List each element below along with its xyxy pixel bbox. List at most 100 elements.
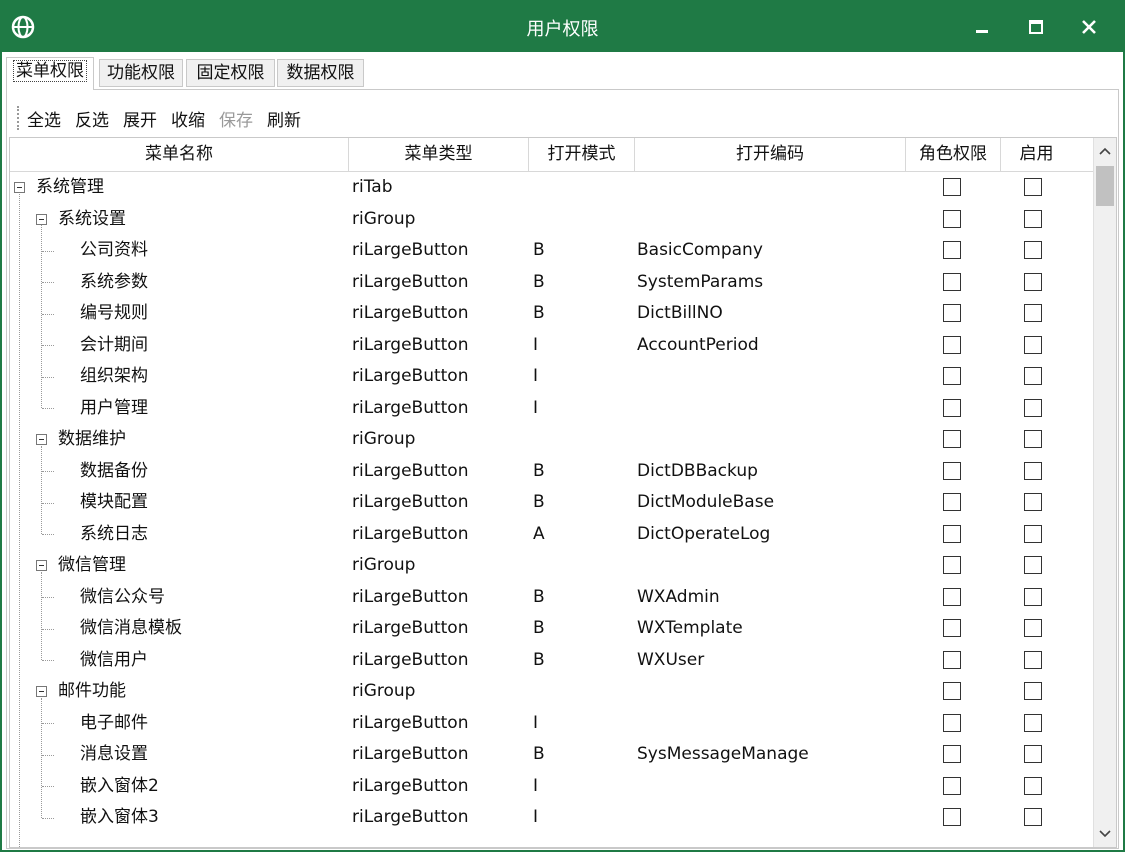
close-icon	[1082, 20, 1096, 34]
enabled-checkbox[interactable]	[1024, 430, 1042, 448]
table-row[interactable]: 公司资料 riLargeButton B BasicCompany	[10, 235, 1095, 267]
table-row[interactable]: 微信消息模板 riLargeButton B WXTemplate	[10, 613, 1095, 645]
table-row[interactable]: 系统管理 riTab	[10, 172, 1095, 204]
enabled-checkbox[interactable]	[1024, 650, 1042, 669]
role-permission-checkbox[interactable]	[943, 272, 961, 291]
close-button[interactable]	[1064, 9, 1114, 45]
role-permission-checkbox[interactable]	[943, 556, 961, 574]
minimize-button[interactable]	[957, 9, 1007, 45]
save-button[interactable]: 保存	[219, 106, 253, 131]
enabled-checkbox[interactable]	[1024, 524, 1042, 543]
table-row[interactable]: 数据备份 riLargeButton B DictDBBackup	[10, 456, 1095, 488]
role-permission-checkbox[interactable]	[943, 461, 961, 480]
table-row[interactable]: 消息设置 riLargeButton B SysMessageManage	[10, 739, 1095, 771]
enabled-checkbox[interactable]	[1024, 493, 1042, 511]
enabled-checkbox[interactable]	[1024, 808, 1042, 826]
enabled-checkbox[interactable]	[1024, 335, 1042, 354]
role-permission-checkbox[interactable]	[943, 493, 961, 511]
tab-data-permissions[interactable]: 数据权限	[277, 59, 364, 87]
table-row[interactable]: 微信用户 riLargeButton B WXUser	[10, 645, 1095, 677]
toolbar-grip[interactable]	[17, 106, 21, 130]
enabled-checkbox[interactable]	[1024, 776, 1042, 795]
role-permission-checkbox[interactable]	[943, 430, 961, 448]
enabled-checkbox[interactable]	[1024, 682, 1042, 700]
collapse-toggle-icon[interactable]	[36, 434, 47, 445]
column-header-menu-name[interactable]: 菜单名称	[10, 138, 349, 171]
role-permission-checkbox[interactable]	[943, 619, 961, 637]
column-header-open-code[interactable]: 打开编码	[635, 138, 906, 171]
tree-connector-line	[42, 817, 54, 819]
enabled-checkbox[interactable]	[1024, 209, 1042, 228]
tab-function-permissions[interactable]: 功能权限	[99, 59, 183, 87]
column-header-menu-type[interactable]: 菜单类型	[349, 138, 529, 171]
vertical-scrollbar[interactable]	[1093, 138, 1116, 847]
role-permission-checkbox[interactable]	[943, 367, 961, 385]
enabled-checkbox[interactable]	[1024, 461, 1042, 480]
column-header-role-permission[interactable]: 角色权限	[906, 138, 1001, 171]
collapse-toggle-icon[interactable]	[36, 213, 47, 225]
select-all-button[interactable]: 全选	[27, 106, 61, 131]
table-row[interactable]: 系统日志 riLargeButton A DictOperateLog	[10, 519, 1095, 551]
role-permission-checkbox[interactable]	[943, 745, 961, 763]
menu-name: 数据备份	[80, 460, 148, 481]
table-row[interactable]: 系统参数 riLargeButton B SystemParams	[10, 267, 1095, 299]
enabled-checkbox[interactable]	[1024, 619, 1042, 637]
table-row[interactable]: 编号规则 riLargeButton B DictBillNO	[10, 298, 1095, 330]
scroll-up-button[interactable]	[1094, 140, 1116, 162]
collapse-button[interactable]: 收缩	[171, 106, 205, 131]
tab-menu-permissions[interactable]: 菜单权限	[6, 57, 94, 90]
role-permission-checkbox[interactable]	[943, 776, 961, 795]
expand-button[interactable]: 展开	[123, 106, 157, 131]
collapse-toggle-icon[interactable]	[36, 560, 47, 571]
open-code: DictOperateLog	[637, 523, 771, 544]
scroll-down-button[interactable]	[1094, 823, 1116, 845]
role-permission-checkbox[interactable]	[943, 304, 961, 322]
table-row[interactable]: 微信管理 riGroup	[10, 550, 1095, 582]
role-permission-checkbox[interactable]	[943, 587, 961, 606]
menu-name: 系统管理	[36, 177, 104, 197]
role-permission-checkbox[interactable]	[943, 398, 961, 417]
role-permission-checkbox[interactable]	[943, 241, 961, 259]
column-header-enabled[interactable]: 启用	[1001, 138, 1072, 171]
enabled-checkbox[interactable]	[1024, 178, 1042, 196]
maximize-button[interactable]	[1011, 9, 1061, 45]
column-header-open-mode[interactable]: 打开模式	[529, 138, 635, 171]
enabled-checkbox[interactable]	[1024, 587, 1042, 606]
open-mode: A	[533, 523, 545, 544]
table-row[interactable]: 组织架构 riLargeButton I	[10, 361, 1095, 393]
table-row[interactable]: 数据维护 riGroup	[10, 424, 1095, 456]
table-row[interactable]: 用户管理 riLargeButton I	[10, 393, 1095, 425]
enabled-checkbox[interactable]	[1024, 304, 1042, 322]
table-row[interactable]: 电子邮件 riLargeButton I	[10, 708, 1095, 740]
scroll-thumb[interactable]	[1096, 166, 1114, 206]
table-row[interactable]: 邮件功能 riGroup	[10, 676, 1095, 708]
enabled-checkbox[interactable]	[1024, 367, 1042, 385]
enabled-checkbox[interactable]	[1024, 272, 1042, 291]
role-permission-checkbox[interactable]	[943, 682, 961, 700]
role-permission-checkbox[interactable]	[943, 524, 961, 543]
chevron-down-icon	[1099, 830, 1111, 838]
collapse-toggle-icon[interactable]	[14, 182, 25, 193]
table-row[interactable]: 系统设置 riGroup	[10, 204, 1095, 236]
enabled-checkbox[interactable]	[1024, 745, 1042, 763]
role-permission-checkbox[interactable]	[943, 178, 961, 196]
role-permission-checkbox[interactable]	[943, 335, 961, 354]
enabled-checkbox[interactable]	[1024, 556, 1042, 574]
table-row[interactable]: 模块配置 riLargeButton B DictModuleBase	[10, 487, 1095, 519]
role-permission-checkbox[interactable]	[943, 713, 961, 732]
refresh-button[interactable]: 刷新	[267, 106, 301, 131]
role-permission-checkbox[interactable]	[943, 209, 961, 228]
table-row[interactable]: 嵌入窗体3 riLargeButton I	[10, 802, 1095, 834]
role-permission-checkbox[interactable]	[943, 650, 961, 669]
tab-fixed-permissions[interactable]: 固定权限	[186, 59, 275, 87]
table-row[interactable]: 会计期间 riLargeButton I AccountPeriod	[10, 330, 1095, 362]
enabled-checkbox[interactable]	[1024, 713, 1042, 732]
table-row[interactable]: 微信公众号 riLargeButton B WXAdmin	[10, 582, 1095, 614]
enabled-checkbox[interactable]	[1024, 241, 1042, 259]
collapse-toggle-icon[interactable]	[36, 686, 47, 697]
enabled-checkbox[interactable]	[1024, 398, 1042, 417]
title-bar[interactable]: 用户权限	[2, 2, 1123, 52]
invert-selection-button[interactable]: 反选	[75, 106, 109, 131]
role-permission-checkbox[interactable]	[943, 808, 961, 826]
table-row[interactable]: 嵌入窗体2 riLargeButton I	[10, 771, 1095, 803]
